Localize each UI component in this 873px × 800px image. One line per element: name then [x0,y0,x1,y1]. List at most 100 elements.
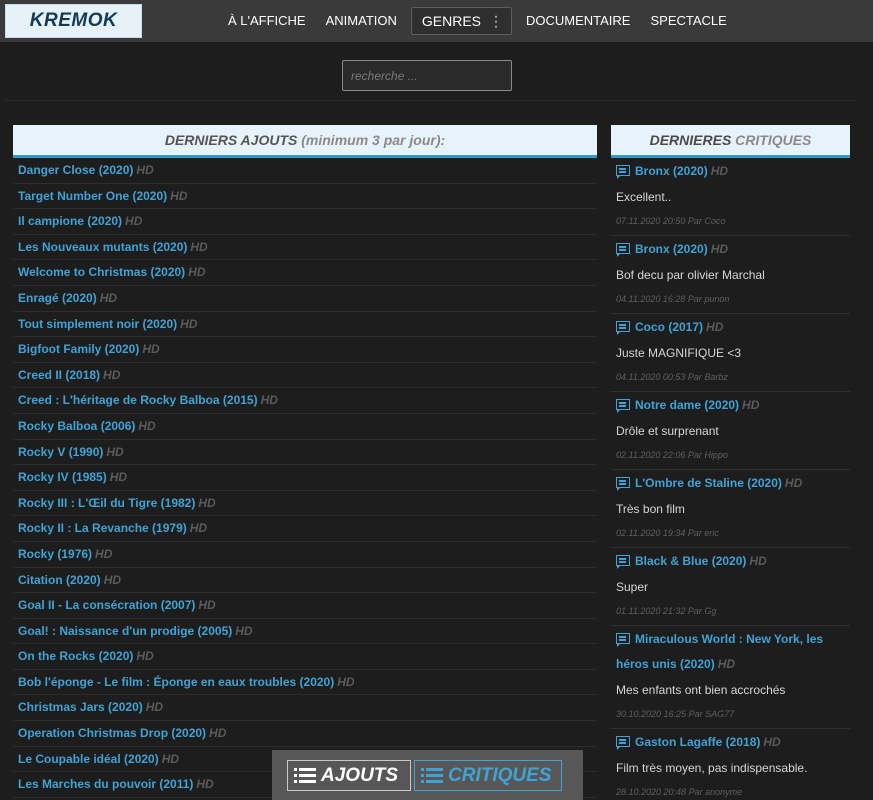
comment-icon [616,736,630,750]
movie-title-link[interactable]: Goal! : Naissance d'un prodige (2005) [18,624,232,638]
movie-title-link[interactable]: Rocky Balboa (2006) [18,419,135,433]
heading-title: DERNIERES [649,132,732,148]
critique-title: Gaston Lagaffe (2018) [635,735,761,749]
critique-title-link[interactable]: Bronx (2020) HD [616,236,845,262]
bottom-floating-bar: AJOUTS CRITIQUES [272,750,583,800]
hd-badge: HD [337,674,355,689]
hd-badge: HD [95,546,113,561]
movie-title-link[interactable]: Operation Christmas Drop (2020) [18,726,206,740]
derniers-ajouts-panel: DERNIERS AJOUTS (minimum 3 par jour): Da… [13,125,597,798]
list-item: Tout simplement noir (2020) HD [13,312,597,338]
hd-badge: HD [138,418,156,433]
movie-title-link[interactable]: Rocky V (1990) [18,445,103,459]
nav-spectacle[interactable]: SPECTACLE [640,0,736,42]
site-logo[interactable]: KREMOK [5,4,142,38]
critique-meta: 07.11.2020 20:50 Par Coco [616,216,726,226]
critiques-list: Bronx (2020) HD Excellent.. 07.11.2020 20:5… [611,158,850,800]
critique-title-link[interactable]: Miraculous World : New York, les héros u… [616,626,845,677]
comment-icon [616,399,630,413]
list-item: Christmas Jars (2020) HD [13,695,597,722]
list-item: Rocky (1976) HD [13,542,597,568]
list-item: Welcome to Christmas (2020) HD [13,260,597,286]
movie-title-link[interactable]: Enragé (2020) [18,291,97,305]
critique-title-link[interactable]: Black & Blue (2020) HD [616,548,845,574]
critique-item: Gaston Lagaffe (2018) HD Film très moyen, … [611,729,850,800]
hd-badge: HD [142,342,160,357]
critique-text: Super [616,580,649,594]
nav-a-l-affiche[interactable]: À L'AFFICHE [218,0,316,42]
movie-title-link[interactable]: Tout simplement noir (2020) [18,317,177,331]
movie-title-link[interactable]: Danger Close (2020) [18,163,133,177]
movie-title-link[interactable]: Creed : L'héritage de Rocky Balboa (2015… [18,393,258,407]
list-item: Les Nouveaux mutants (2020) HD [13,235,597,261]
critique-item: Bronx (2020) HD Bof decu par olivier March… [611,236,850,314]
critique-title-link[interactable]: L'Ombre de Staline (2020) HD [616,470,845,496]
heading-title: DERNIERS AJOUTS [164,132,298,148]
ajouts-button[interactable]: AJOUTS [287,760,411,791]
movie-title-link[interactable]: Bob l'éponge - Le film : Éponge en eaux … [18,675,334,689]
list-item: Enragé (2020) HD [13,286,597,312]
critique-title-link[interactable]: Bronx (2020) HD [616,158,845,184]
critique-meta: 02.11.2020 19:34 Par eric [616,528,719,538]
critique-title: L'Ombre de Staline (2020) [635,476,782,490]
critique-text: Drôle et surprenant [616,424,719,438]
list-item: On the Rocks (2020) HD [13,644,597,670]
nav-documentaire[interactable]: DOCUMENTAIRE [516,0,640,42]
dernieres-critiques-heading: DERNIERES CRITIQUES [611,125,850,158]
movie-title-link[interactable]: Les Marches du pouvoir (2011) [18,777,193,791]
movie-title-link[interactable]: Il campione (2020) [18,214,122,228]
hd-badge: HD [763,735,781,749]
list-icon [294,768,316,783]
movie-title-link[interactable]: On the Rocks (2020) [18,649,133,663]
hd-badge: HD [198,598,216,613]
movie-title-link[interactable]: Citation (2020) [18,573,101,587]
critiques-button-label: CRITIQUES [448,765,552,786]
movie-title-link[interactable]: Target Number One (2020) [18,189,167,203]
list-item: Target Number One (2020) HD [13,184,597,210]
movie-title-link[interactable]: Rocky (1976) [18,547,92,561]
hd-badge: HD [190,239,208,254]
critiques-button[interactable]: CRITIQUES [414,760,562,791]
critique-title-link[interactable]: Gaston Lagaffe (2018) HD [616,729,845,755]
ajouts-button-label: AJOUTS [321,765,399,786]
movie-title-link[interactable]: Rocky III : L'Œil du Tigre (1982) [18,496,195,510]
nav-animation[interactable]: ANIMATION [316,0,407,42]
critique-text: Bof decu par olivier Marchal [616,268,765,282]
movie-title-link[interactable]: Bigfoot Family (2020) [18,342,139,356]
hd-badge: HD [710,164,729,178]
critique-title: Bronx (2020) [635,164,708,178]
nav-genres-dropdown[interactable]: GENRES ⋮ [410,7,512,35]
hd-badge: HD [209,726,227,741]
critique-text: Mes enfants ont bien accrochés [616,683,786,697]
list-item: Rocky II : La Revanche (1979) HD [13,516,597,542]
hd-badge: HD [198,495,216,510]
list-item: Rocky III : L'Œil du Tigre (1982) HD [13,491,597,517]
movie-title-link[interactable]: Creed II (2018) [18,368,100,382]
movie-title-link[interactable]: Goal II - La consécration (2007) [18,598,195,612]
critique-item: Coco (2017) HD Juste MAGNIFIQUE <3 04.11.20… [611,314,850,392]
critique-meta: 04.11.2020 16:28 Par punon [616,294,730,304]
movie-title-link[interactable]: Rocky IV (1985) [18,470,107,484]
critique-item: L'Ombre de Staline (2020) HD Très bon film… [611,470,850,548]
list-item: Creed : L'héritage de Rocky Balboa (2015… [13,388,597,414]
movie-title-link[interactable]: Le Coupable idéal (2020) [18,752,159,766]
hd-badge: HD [196,777,214,792]
comment-icon [616,165,630,179]
critique-title-link[interactable]: Coco (2017) HD [616,314,845,340]
critique-item: Notre dame (2020) HD Drôle et surprenant 02… [611,392,850,470]
hd-badge: HD [161,751,180,766]
search-input[interactable] [342,60,512,91]
movie-title-link[interactable]: Welcome to Christmas (2020) [18,265,185,279]
critique-meta: 28.10.2020 20:48 Par anonyme [616,787,743,797]
critique-item: Miraculous World : New York, les héros u… [611,626,850,729]
movie-title-link[interactable]: Les Nouveaux mutants (2020) [18,240,187,254]
ajouts-list: Danger Close (2020) HD Target Number One (… [13,158,597,798]
movie-title-link[interactable]: Rocky II : La Revanche (1979) [18,521,187,535]
critique-text: Juste MAGNIFIQUE <3 [616,346,742,360]
movie-title-link[interactable]: Christmas Jars (2020) [18,700,143,714]
list-item: Citation (2020) HD [13,568,597,594]
hd-badge: HD [260,393,278,408]
list-item: Rocky V (1990) HD [13,440,597,466]
critique-title-link[interactable]: Notre dame (2020) HD [616,392,845,418]
critique-title: Coco (2017) [635,320,704,334]
